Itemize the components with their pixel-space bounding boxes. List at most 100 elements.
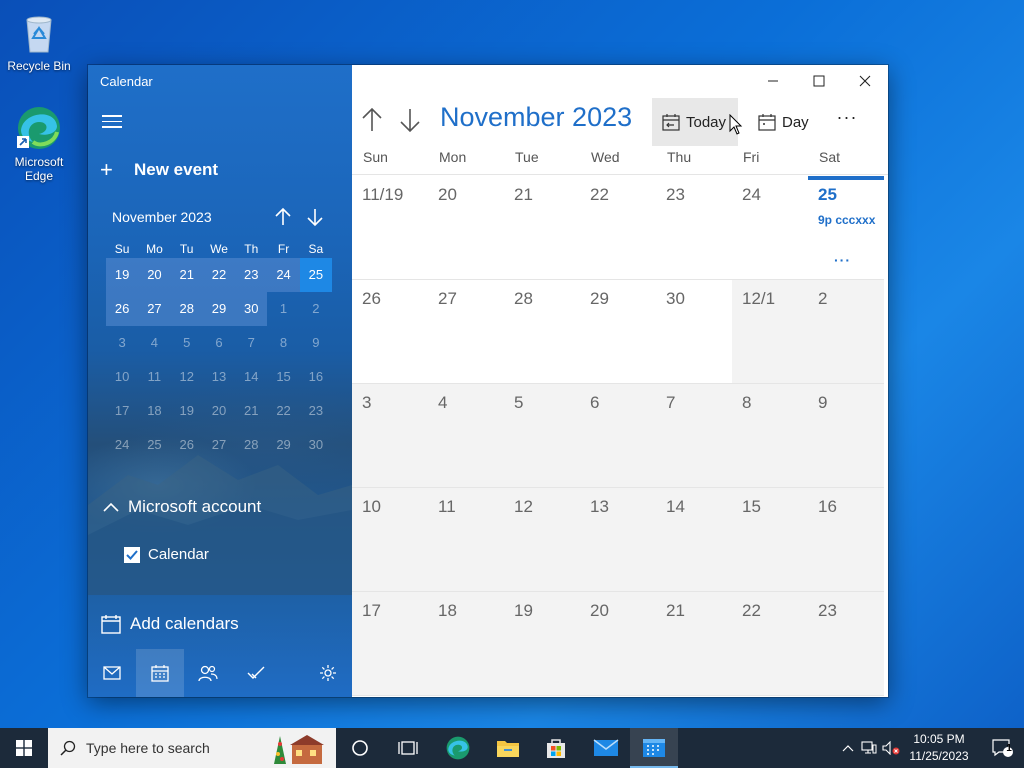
edge-taskbar-icon[interactable] [434, 728, 482, 768]
mini-day[interactable]: 4 [138, 326, 170, 360]
day-cell[interactable]: 2 [808, 280, 884, 383]
mini-day[interactable]: 8 [267, 326, 299, 360]
mini-day[interactable]: 19 [171, 394, 203, 428]
day-cell[interactable]: 15 [732, 488, 808, 591]
chevron-up-tray-icon[interactable] [838, 744, 858, 752]
volume-muted-icon[interactable] [880, 741, 902, 755]
day-cell[interactable]: 11 [428, 488, 504, 591]
mini-day[interactable]: 17 [106, 394, 138, 428]
day-cell[interactable]: 29 [580, 280, 656, 383]
people-nav-icon[interactable] [184, 649, 232, 697]
mini-day[interactable]: 12 [171, 360, 203, 394]
mini-day[interactable]: 20 [138, 258, 171, 292]
mini-day[interactable]: 24 [106, 428, 138, 462]
mini-day[interactable]: 26 [171, 428, 203, 462]
day-cell[interactable]: 22 [580, 176, 656, 279]
mail-taskbar-icon[interactable] [582, 728, 630, 768]
mini-day[interactable]: 16 [300, 360, 332, 394]
edge-desktop-icon[interactable]: Microsoft Edge [0, 104, 78, 183]
mini-day[interactable]: 2 [300, 292, 332, 326]
mini-day[interactable]: 7 [235, 326, 267, 360]
day-cell[interactable]: 18 [428, 592, 504, 695]
network-icon[interactable] [858, 741, 880, 755]
file-explorer-icon[interactable] [484, 728, 532, 768]
mini-calendar-next-icon[interactable] [304, 206, 326, 228]
mini-day[interactable]: 22 [202, 258, 236, 292]
mini-day[interactable]: 30 [300, 428, 332, 462]
calendar-taskbar-icon[interactable] [630, 728, 678, 768]
calendar-event[interactable]: 9p cccxxx [818, 213, 878, 227]
todo-nav-icon[interactable] [232, 649, 280, 697]
microsoft-store-icon[interactable] [532, 728, 580, 768]
day-cell[interactable]: 20 [428, 176, 504, 279]
day-cell[interactable]: 30 [656, 280, 732, 383]
hamburger-menu-icon[interactable] [102, 111, 122, 129]
mini-day[interactable]: 6 [203, 326, 235, 360]
day-cell[interactable]: 7 [656, 384, 732, 487]
mini-calendar-title[interactable]: November 2023 [112, 209, 212, 225]
taskbar-clock[interactable]: 10:05 PM 11/25/2023 [900, 731, 978, 765]
taskbar-search-box[interactable]: Type here to search [48, 728, 336, 768]
day-cell[interactable]: 22 [732, 592, 808, 695]
mini-day[interactable]: 21 [235, 394, 267, 428]
day-cell[interactable]: 28 [504, 280, 580, 383]
day-cell[interactable]: 27 [428, 280, 504, 383]
mini-day[interactable]: 24 [267, 258, 300, 292]
day-cell[interactable]: 21 [656, 592, 732, 695]
day-cell[interactable]: 10 [352, 488, 428, 591]
day-view-button[interactable]: Day [750, 98, 810, 146]
mini-calendar-previous-icon[interactable] [272, 206, 294, 228]
day-cell[interactable]: 23 [656, 176, 732, 279]
settings-gear-icon[interactable] [304, 649, 352, 697]
day-cell[interactable]: 8 [732, 384, 808, 487]
mini-day[interactable]: 30 [235, 292, 268, 326]
day-cell[interactable]: 21 [504, 176, 580, 279]
previous-month-icon[interactable] [360, 105, 384, 135]
day-cell[interactable]: 3 [352, 384, 428, 487]
calendar-checkbox[interactable]: Calendar [124, 546, 209, 563]
mini-day[interactable]: 3 [106, 326, 138, 360]
notification-center-icon[interactable]: 1 [980, 728, 1024, 768]
mini-day[interactable]: 29 [267, 428, 299, 462]
more-options-button[interactable]: ··· [832, 103, 862, 139]
mini-day-today[interactable]: 25 [299, 258, 332, 292]
day-cell[interactable]: 19 [504, 592, 580, 695]
microsoft-account-toggle[interactable]: Microsoft account [102, 497, 261, 517]
mini-day[interactable]: 23 [300, 394, 332, 428]
day-cell[interactable]: 17 [352, 592, 428, 695]
maximize-icon[interactable] [796, 65, 842, 97]
mini-day[interactable]: 27 [138, 292, 171, 326]
mini-day[interactable]: 29 [202, 292, 236, 326]
mini-day[interactable]: 26 [106, 292, 139, 326]
next-month-icon[interactable] [398, 105, 422, 135]
mini-day[interactable]: 21 [170, 258, 203, 292]
mini-day[interactable]: 28 [235, 428, 267, 462]
day-cell[interactable]: 16 [808, 488, 884, 591]
day-cell[interactable]: 24 [732, 176, 808, 279]
day-cell[interactable]: 9 [808, 384, 884, 487]
mail-nav-icon[interactable] [88, 649, 136, 697]
mini-day[interactable]: 10 [106, 360, 138, 394]
day-cell[interactable]: 23 [808, 592, 884, 695]
day-cell[interactable]: 5 [504, 384, 580, 487]
calendar-nav-icon[interactable] [136, 649, 184, 697]
day-cell[interactable]: 14 [656, 488, 732, 591]
start-windows-icon[interactable] [0, 728, 48, 768]
more-events-button[interactable]: ··· [834, 252, 851, 268]
mini-day[interactable]: 22 [267, 394, 299, 428]
mini-day[interactable]: 27 [203, 428, 235, 462]
mini-day[interactable]: 11 [138, 360, 170, 394]
mini-day[interactable]: 25 [138, 428, 170, 462]
mini-day[interactable]: 14 [235, 360, 267, 394]
task-view-icon[interactable] [384, 728, 432, 768]
day-cell[interactable]: 4 [428, 384, 504, 487]
minimize-icon[interactable] [750, 65, 796, 97]
day-cell[interactable]: 26 [352, 280, 428, 383]
mini-day[interactable]: 23 [235, 258, 268, 292]
day-cell[interactable]: 20 [580, 592, 656, 695]
mini-day[interactable]: 19 [106, 258, 139, 292]
today-button[interactable]: Today [652, 98, 738, 146]
day-cell[interactable]: 12 [504, 488, 580, 591]
recycle-bin-desktop-icon[interactable]: Recycle Bin [0, 8, 78, 73]
day-cell[interactable]: 11/19 [352, 176, 428, 279]
